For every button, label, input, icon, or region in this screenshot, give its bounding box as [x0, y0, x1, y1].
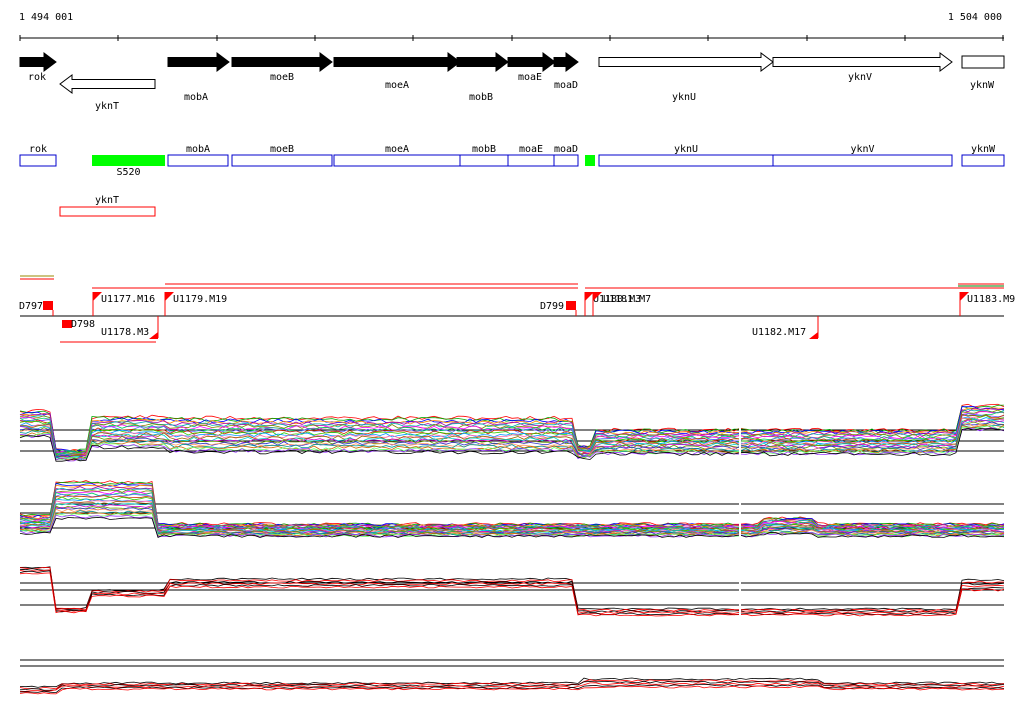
- annotation-box-mobB: [459, 154, 509, 167]
- expression-profile-track-3: [19, 560, 1005, 618]
- genome-browser-view: 1 494 001 1 504 000 rok yknT mobA moeB moeA m…: [0, 0, 1024, 714]
- marker-D797-label: D797: [19, 301, 43, 312]
- gene-label-moaE: moaE: [518, 72, 542, 83]
- gene-arrow-mobA: [167, 52, 230, 72]
- marker-U1182-M17-symbol: [809, 332, 818, 339]
- antisense-label: yknT: [95, 195, 119, 206]
- gene-arrow-moaD: [553, 52, 579, 72]
- profile-series: [19, 570, 1005, 616]
- marker-D799-label: D799: [540, 301, 564, 312]
- gene-arrow-moaE: [507, 52, 556, 72]
- gene-label-mobB: mobB: [469, 92, 493, 103]
- annotation-label-yknW: yknW: [971, 144, 996, 155]
- annotation-box-moeA: [333, 154, 461, 167]
- profile-series: [19, 480, 1005, 526]
- profile-series: [19, 487, 1005, 529]
- annotation-label-yknV: yknV: [850, 144, 874, 155]
- gene-label-moeB: moeB: [270, 72, 294, 83]
- gene-arrow-yknT: [59, 74, 156, 94]
- coordinate-ruler: [19, 35, 1004, 41]
- marker-U1182-M17-label: U1182.M17: [752, 327, 806, 338]
- annotation-label-moeB: moeB: [270, 144, 294, 155]
- marker-U1179-M19-label: U1179.M19: [173, 294, 227, 305]
- annotation-box-mobA: [167, 154, 229, 167]
- annotation-box-moeB: [231, 154, 333, 167]
- marker-U1181-M7-label: U1181.M7: [603, 294, 651, 305]
- expression-profile-track-1: [19, 400, 1005, 462]
- annotation-label-moaE: moaE: [519, 144, 543, 155]
- expression-profile-track-2: [19, 478, 1005, 542]
- annotation-box-yknU: [598, 154, 774, 167]
- expression-profile-track-4: [19, 659, 1005, 695]
- annotation-box-moaE: [507, 154, 555, 167]
- profile-series: [19, 484, 1005, 528]
- marker-U1178-M3-symbol: [149, 332, 158, 339]
- gene-arrow-rok: [19, 52, 57, 72]
- gene-label-yknV: yknV: [848, 72, 872, 83]
- annotation-box-yknW: [961, 154, 1005, 167]
- profile-series: [19, 569, 1005, 614]
- antisense-feature-track: yknT: [59, 195, 156, 217]
- annotation-box-rok: [19, 154, 57, 167]
- marker-D799-symbol: [566, 301, 576, 310]
- annotation-box-track: rok mobA moeB moeA mobB moaE moaD yknU yknV yknW S…: [19, 144, 1005, 178]
- marker-D797-symbol: [43, 301, 53, 310]
- gene-arrow-yknU: [598, 52, 774, 72]
- gene-arrow-moeB: [231, 52, 333, 72]
- gene-label-yknT: yknT: [95, 101, 119, 112]
- gene-label-moaD: moaD: [554, 80, 578, 91]
- profile-series: [19, 483, 1005, 527]
- gene-label-moeA: moeA: [385, 80, 409, 91]
- annotation-label-mobA: mobA: [186, 144, 210, 155]
- marker-U1183-M9-label: U1183.M9: [967, 294, 1015, 305]
- gene-arrow-moeA: [333, 52, 461, 72]
- annotation-label-mobB: mobB: [472, 144, 496, 155]
- annotation-label-yknU: yknU: [674, 144, 698, 155]
- gene-arrow-yknV: [772, 52, 953, 72]
- green-feature-1: [585, 155, 595, 166]
- gene-label-mobA: mobA: [184, 92, 208, 103]
- gene-label-yknW: yknW: [970, 80, 995, 91]
- green-feature-label-0: S520: [116, 167, 140, 178]
- marker-U1178-M3-label: U1178.M3: [101, 327, 149, 338]
- marker-D798-label: D798: [71, 319, 95, 330]
- gene-arrow-yknW: [961, 55, 1005, 69]
- antisense-box: [59, 206, 156, 217]
- annotation-label-moaD: moaD: [554, 144, 578, 155]
- annotation-label-rok: rok: [29, 144, 47, 155]
- gene-arrow-mobB: [456, 52, 509, 72]
- transcript-marker-track: D797U1177.M16 U1179.M19D799U1180.M3U1181.…: [19, 275, 1015, 343]
- profile-series: [19, 489, 1005, 529]
- track-canvas: rok yknT mobA moeB moeA mobB moaE moaD yknU yknV y…: [19, 35, 1015, 695]
- gene-arrow-track: rok yknT mobA moeB moeA mobB moaE moaD yknU yknV y…: [19, 52, 1005, 112]
- annotation-box-moaD: [553, 154, 579, 167]
- annotation-box-yknV: [772, 154, 953, 167]
- marker-U1177-M16-label: U1177.M16: [101, 294, 155, 305]
- gene-label-rok: rok: [28, 72, 46, 83]
- annotation-label-moeA: moeA: [385, 144, 409, 155]
- profile-series: [19, 486, 1005, 528]
- green-feature-0: [92, 155, 165, 166]
- gene-label-yknU: yknU: [672, 92, 696, 103]
